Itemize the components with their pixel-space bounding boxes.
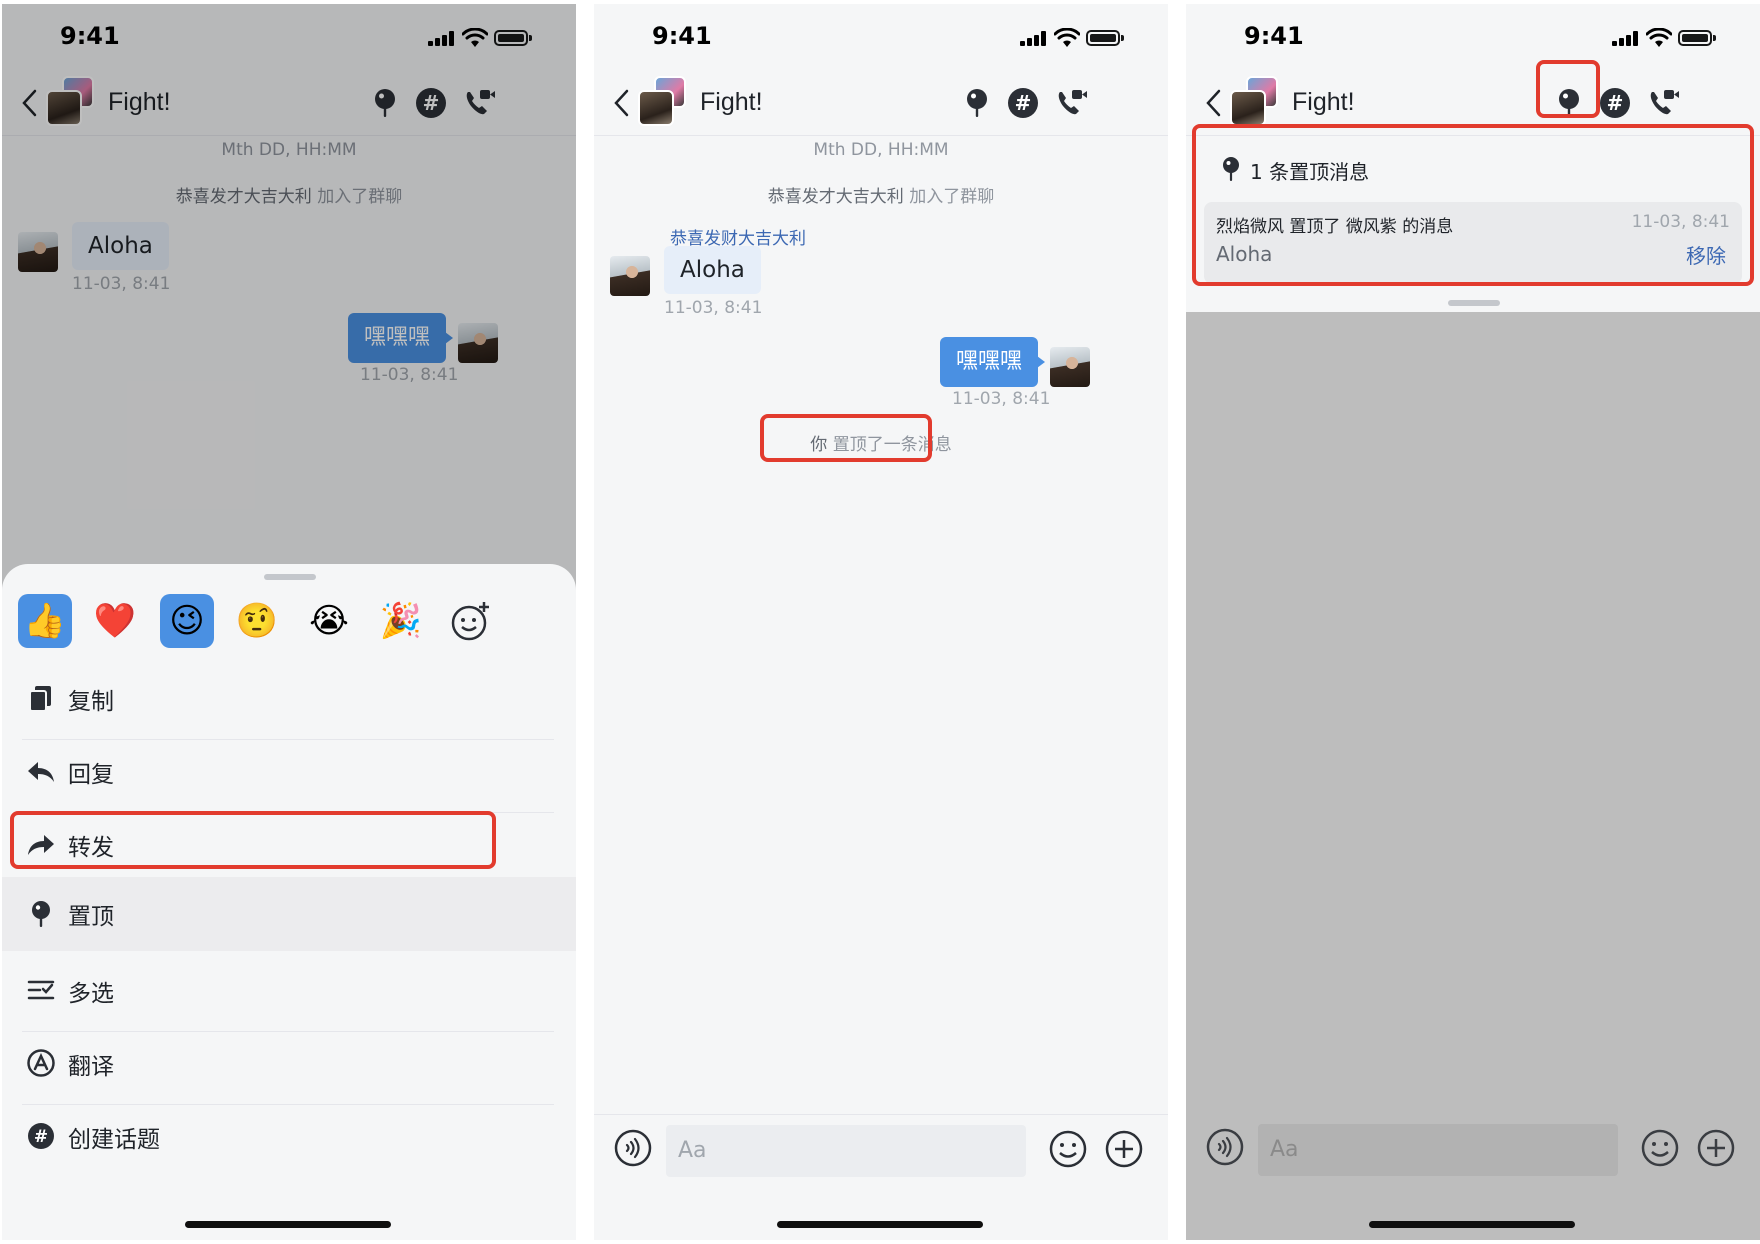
pin-icon xyxy=(32,901,50,927)
video-call-icon[interactable] xyxy=(1646,86,1680,120)
back-icon[interactable] xyxy=(1202,86,1226,120)
video-call-icon[interactable] xyxy=(1054,86,1088,120)
avatar[interactable] xyxy=(1050,347,1090,387)
add-reaction-icon[interactable] xyxy=(444,594,498,648)
chat-title: Fight! xyxy=(1292,88,1355,116)
battery-icon xyxy=(1086,30,1124,46)
reaction-raised-eyebrow[interactable]: 🤨 xyxy=(230,594,284,648)
reaction-wink[interactable]: 😉 xyxy=(160,594,214,648)
home-indicator xyxy=(185,1221,391,1228)
pin-notice-highlight-frame xyxy=(760,414,932,462)
sheet-handle[interactable] xyxy=(264,574,316,580)
reaction-party-popper[interactable]: 🎉 xyxy=(374,594,428,648)
screen-chat-pinned-notice: 9:41 Fight! # Mth DD, HH:MM 恭喜发才大吉大利 加入了… xyxy=(594,4,1168,1240)
chat-header: Fight! # xyxy=(594,72,1168,136)
reaction-thumbs-up[interactable]: 👍 xyxy=(18,594,72,648)
outgoing-bubble[interactable]: 嘿嘿嘿 xyxy=(940,337,1046,387)
menu-item-pin[interactable]: 置顶 xyxy=(2,877,576,951)
battery-icon xyxy=(1678,30,1716,46)
join-notice: 恭喜发才大吉大利 加入了群聊 xyxy=(594,182,1168,207)
multiselect-icon xyxy=(27,980,55,1000)
copy-icon xyxy=(29,686,51,712)
menu-label: 置顶 xyxy=(68,904,114,930)
menu-label: 翻译 xyxy=(68,1054,114,1080)
translate-icon xyxy=(27,1049,55,1077)
signal-icon xyxy=(1020,30,1048,46)
menu-item-reply[interactable]: 回复 xyxy=(2,731,576,813)
voice-icon[interactable] xyxy=(614,1129,652,1167)
voice-icon[interactable] xyxy=(1206,1128,1244,1166)
status-time: 9:41 xyxy=(652,22,712,50)
wifi-icon xyxy=(1646,28,1672,47)
menu-item-create-topic[interactable]: # 创建话题 xyxy=(2,1096,576,1178)
svg-text:#: # xyxy=(34,1127,48,1147)
back-icon[interactable] xyxy=(610,86,634,120)
dim-overlay[interactable] xyxy=(1186,312,1760,1114)
wifi-icon xyxy=(1054,28,1080,47)
topic-hash-icon: # xyxy=(28,1123,54,1149)
status-bar: 9:41 xyxy=(1186,4,1760,72)
menu-label: 创建话题 xyxy=(68,1127,160,1153)
message-input[interactable]: Aa xyxy=(1258,1124,1618,1176)
pin-button-highlight-frame xyxy=(1536,60,1600,118)
group-avatar[interactable] xyxy=(638,76,690,128)
emoji-icon[interactable] xyxy=(1048,1129,1088,1169)
svg-text:#: # xyxy=(1015,91,1032,115)
message-action-sheet: 👍 ❤️ 😉 🤨 😭 🎉 复制 回复 转发 置顶 多选 翻译 # 创建话题 xyxy=(2,564,576,1240)
join-action: 加入了群聊 xyxy=(909,187,995,207)
menu-label: 多选 xyxy=(68,981,114,1007)
avatar[interactable] xyxy=(610,256,650,296)
pin-highlight-frame xyxy=(10,811,496,869)
reply-icon xyxy=(28,762,54,782)
home-indicator xyxy=(1369,1221,1575,1228)
menu-label: 复制 xyxy=(68,689,114,715)
incoming-time: 11-03, 8:41 xyxy=(664,298,763,318)
reaction-crying[interactable]: 😭 xyxy=(302,594,356,648)
svg-text:#: # xyxy=(1607,91,1624,115)
menu-item-copy[interactable]: 复制 xyxy=(2,658,576,740)
screen-message-actions: 9:41 Fight! # Mth DD, HH:MM 恭喜发才大吉大利 加入了… xyxy=(2,4,576,1240)
emoji-icon[interactable] xyxy=(1640,1128,1680,1168)
pin-icon[interactable] xyxy=(960,86,994,120)
group-avatar[interactable] xyxy=(1230,76,1282,128)
join-name: 恭喜发才大吉大利 xyxy=(767,187,904,207)
panel-handle[interactable] xyxy=(1448,300,1500,306)
status-time: 9:41 xyxy=(1244,22,1304,50)
signal-icon xyxy=(1612,30,1640,46)
chat-title: Fight! xyxy=(700,88,763,116)
status-bar: 9:41 xyxy=(594,4,1168,72)
timestamp-header: Mth DD, HH:MM xyxy=(813,140,949,160)
incoming-bubble[interactable]: Aloha xyxy=(664,246,761,294)
menu-item-translate[interactable]: 翻译 xyxy=(2,1023,576,1105)
menu-label: 回复 xyxy=(68,762,114,788)
pinned-panel-highlight-frame xyxy=(1192,124,1754,286)
outgoing-time: 11-03, 8:41 xyxy=(952,389,1051,409)
message-input[interactable]: Aa xyxy=(666,1125,1026,1177)
home-indicator xyxy=(777,1221,983,1228)
topic-hash-icon[interactable]: # xyxy=(1006,86,1040,120)
reaction-heart[interactable]: ❤️ xyxy=(88,594,142,648)
screen-pinned-messages: 9:41 Fight! # 1 条置顶消息 烈焰微风 置顶了 微风紫 的消息 1… xyxy=(1186,4,1760,1240)
plus-icon[interactable] xyxy=(1104,1129,1144,1169)
menu-item-multiselect[interactable]: 多选 xyxy=(2,950,576,1032)
topic-hash-icon[interactable]: # xyxy=(1598,86,1632,120)
plus-icon[interactable] xyxy=(1696,1128,1736,1168)
